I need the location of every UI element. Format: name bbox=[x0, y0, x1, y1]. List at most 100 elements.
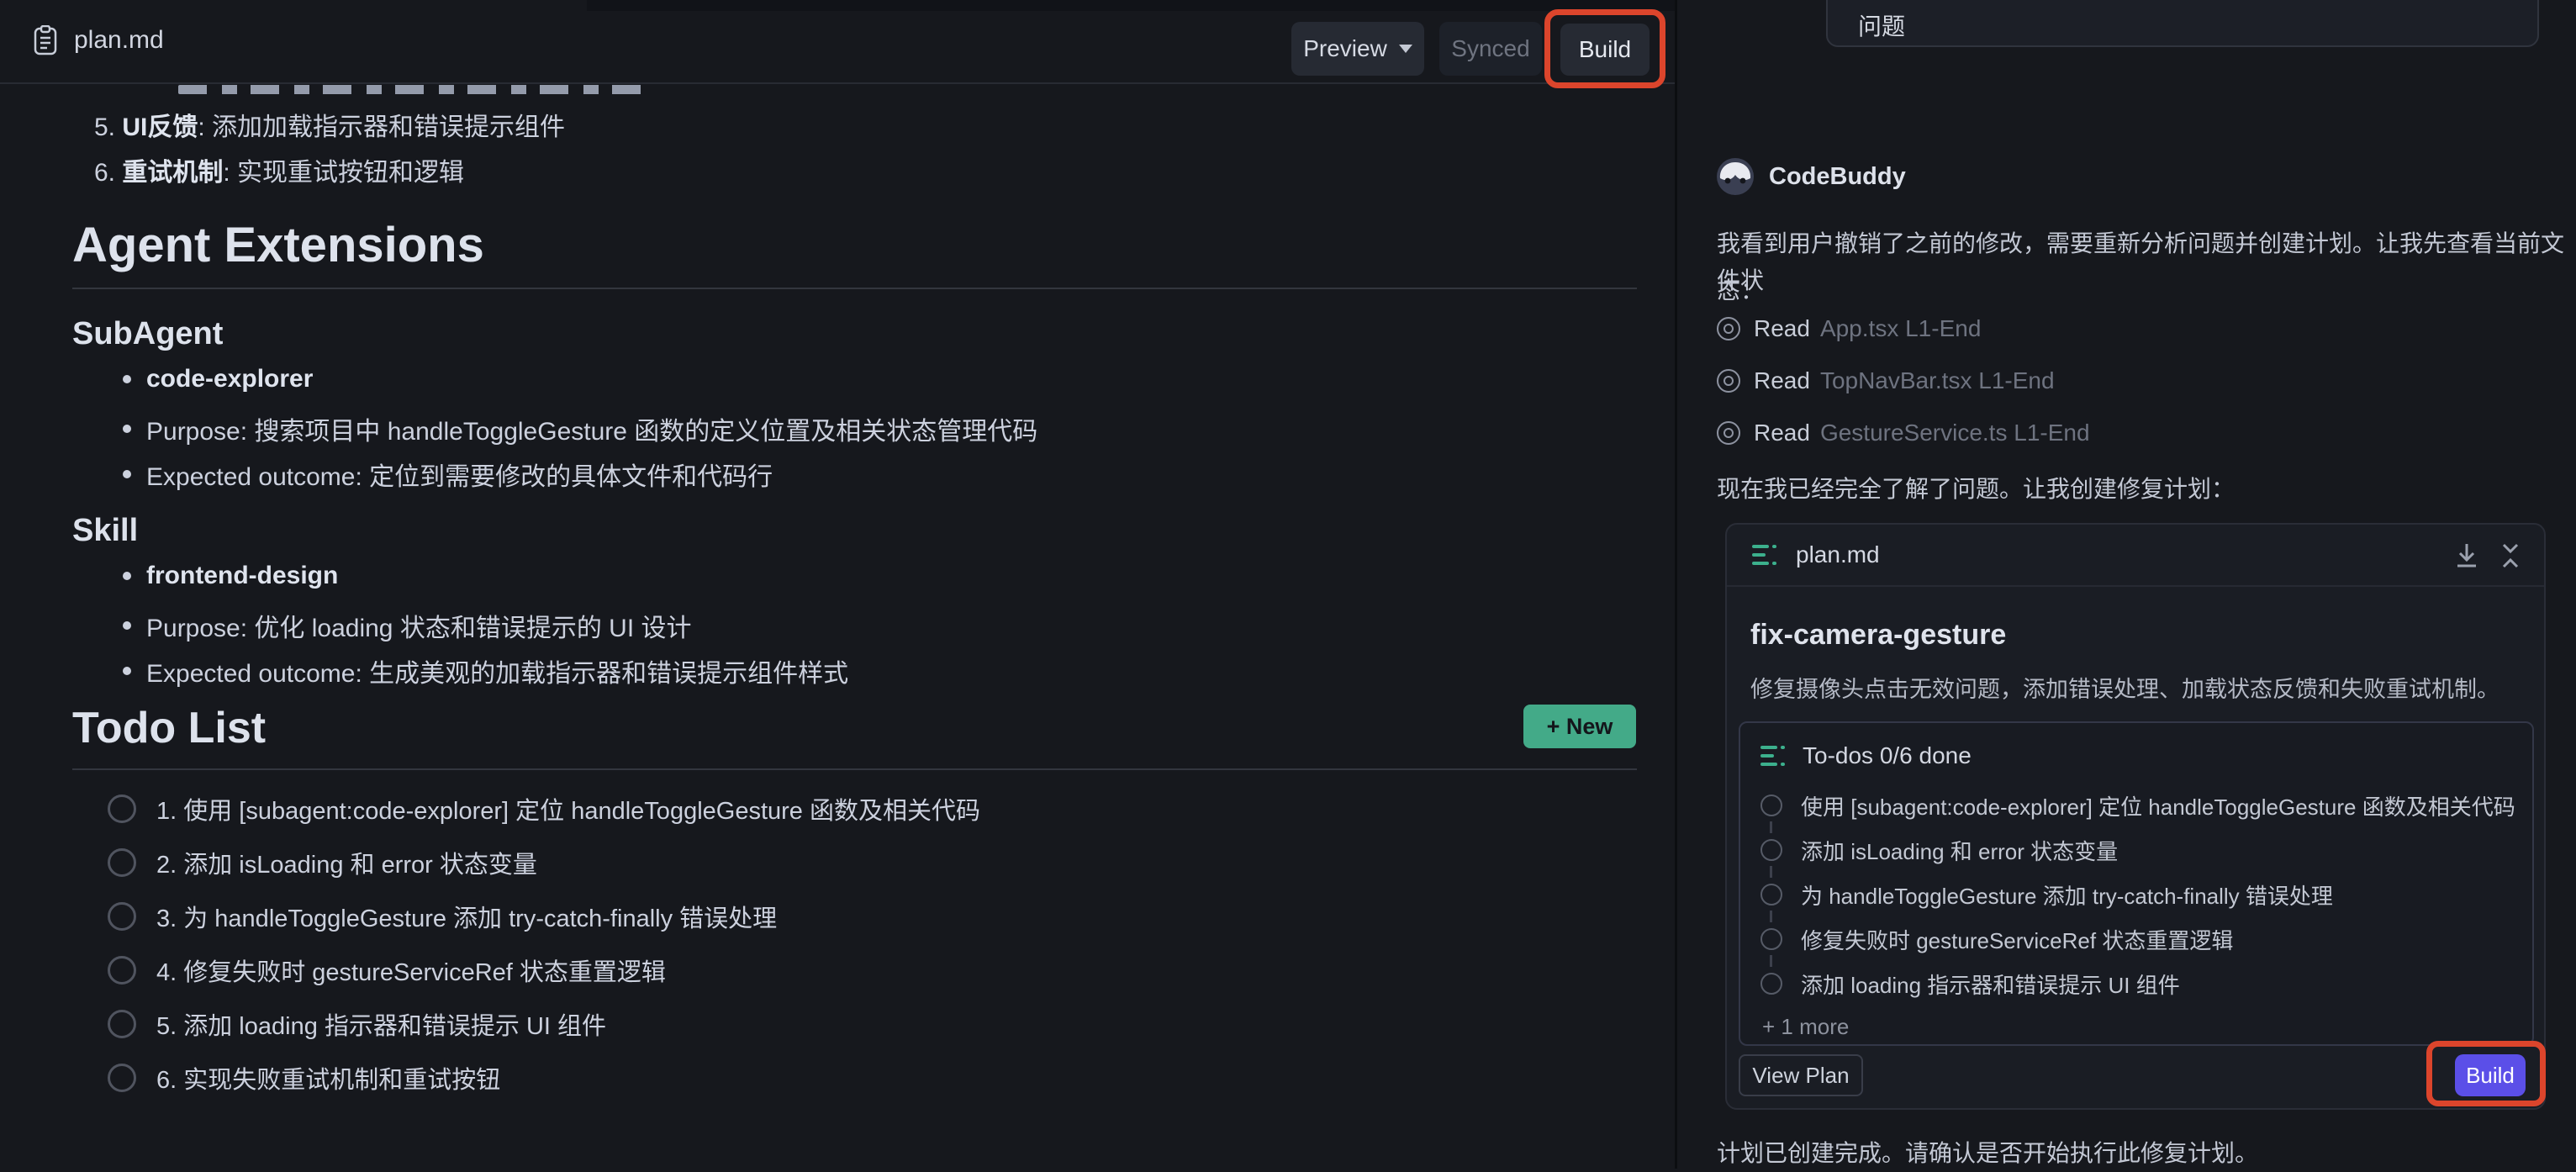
file-title: plan.md bbox=[74, 26, 164, 55]
view-plan-label: View Plan bbox=[1752, 1063, 1849, 1089]
todo-text: 6. 实现失败重试机制和重试按钮 bbox=[156, 1060, 500, 1095]
assistant-message3: 计划已创建完成。请确认是否开始执行此修复计划。 bbox=[1717, 1135, 2258, 1172]
view-plan-button[interactable]: View Plan bbox=[1739, 1054, 1863, 1096]
plan-todo-row: 添加 isLoading 和 error 状态变量 bbox=[1760, 839, 2118, 861]
plan-todo-text: 使用 [subagent:code-explorer] 定位 handleTog… bbox=[1801, 790, 2515, 821]
todo-checkbox[interactable] bbox=[108, 1064, 136, 1092]
todo-row: 2. 添加 isLoading 和 error 状态变量 bbox=[108, 848, 537, 877]
todo-connector bbox=[1770, 911, 1772, 922]
eye-icon bbox=[1717, 317, 1740, 341]
plan-todo-checkbox[interactable] bbox=[1760, 839, 1782, 861]
assistant-name: CodeBuddy bbox=[1769, 163, 1906, 191]
read-action: Read bbox=[1754, 367, 1810, 394]
bullet-dot bbox=[123, 621, 131, 630]
read-file-row[interactable]: Read TopNavBar.tsx L1-End bbox=[1717, 368, 2055, 393]
todo-row: 1. 使用 [subagent:code-explorer] 定位 handle… bbox=[108, 795, 980, 823]
item-strong: UI反馈 bbox=[122, 114, 198, 141]
user-message-text: 问题 bbox=[1858, 8, 1905, 42]
item-number: 5. bbox=[94, 114, 122, 141]
plan-todo-text: 修复失败时 gestureServiceRef 状态重置逻辑 bbox=[1801, 924, 2233, 955]
heading-subagent: SubAgent bbox=[72, 316, 223, 352]
file-title-group: plan.md bbox=[34, 0, 164, 81]
bullet-text: Purpose: 优化 loading 状态和错误提示的 UI 设计 bbox=[146, 607, 692, 644]
codebuddy-avatar bbox=[1717, 158, 1754, 195]
preview-label: Preview bbox=[1303, 35, 1387, 62]
bullet-item: Expected outcome: 定位到需要修改的具体文件和代码行 bbox=[123, 456, 773, 493]
new-todo-label: + New bbox=[1547, 714, 1613, 740]
eye-icon bbox=[1717, 369, 1740, 393]
heading-todo-list: Todo List bbox=[72, 703, 266, 753]
build-button-card[interactable]: Build bbox=[2455, 1054, 2526, 1096]
todo-connector bbox=[1770, 955, 1772, 967]
pane-divider bbox=[1675, 0, 1677, 1169]
todos-box: To-dos 0/6 done 使用 [subagent:code-explor… bbox=[1739, 721, 2534, 1046]
bullet-item: Purpose: 优化 loading 状态和错误提示的 UI 设计 bbox=[123, 607, 692, 644]
bullet-text: Expected outcome: 生成美观的加载指示器和错误提示组件样式 bbox=[146, 652, 848, 689]
checklist-icon bbox=[1752, 544, 1777, 566]
doc-numbered-item: 6. 重试机制: 实现重试按钮和逻辑 bbox=[94, 151, 464, 188]
todo-row: 3. 为 handleToggleGesture 添加 try-catch-fi… bbox=[108, 902, 777, 931]
checklist-icon bbox=[1760, 745, 1786, 767]
todo-checkbox[interactable] bbox=[108, 848, 136, 877]
clipped-text-line bbox=[178, 85, 649, 94]
collapse-icon[interactable] bbox=[2497, 541, 2524, 574]
bullet-text: frontend-design bbox=[146, 562, 338, 590]
plan-todo-text: 添加 loading 指示器和错误提示 UI 组件 bbox=[1801, 969, 2180, 1000]
window-top-strip bbox=[587, 0, 1675, 11]
chevron-down-icon bbox=[1399, 45, 1412, 53]
plan-todo-row: 使用 [subagent:code-explorer] 定位 handleTog… bbox=[1760, 795, 2515, 816]
download-icon[interactable] bbox=[2453, 541, 2480, 574]
todo-checkbox[interactable] bbox=[108, 902, 136, 931]
todo-text: 4. 修复失败时 gestureServiceRef 状态重置逻辑 bbox=[156, 953, 666, 988]
read-target: TopNavBar.tsx L1-End bbox=[1820, 367, 2055, 394]
read-target: App.tsx L1-End bbox=[1820, 315, 1981, 342]
todo-checkbox[interactable] bbox=[108, 795, 136, 823]
bullet-dot bbox=[123, 572, 131, 580]
plan-todo-checkbox[interactable] bbox=[1760, 973, 1782, 995]
todo-checkbox[interactable] bbox=[108, 956, 136, 985]
bullet-item: Purpose: 搜索项目中 handleToggleGesture 函数的定义… bbox=[123, 410, 1037, 447]
divider bbox=[72, 768, 1637, 770]
todos-header: To-dos 0/6 done bbox=[1760, 743, 1972, 768]
new-todo-button[interactable]: + New bbox=[1523, 705, 1636, 748]
bullet-item: code-explorer bbox=[123, 365, 313, 393]
plan-card-header: plan.md bbox=[1727, 525, 2544, 587]
assistant-message2: 现在我已经完全了解了问题。让我创建修复计划： bbox=[1717, 471, 2235, 508]
todo-connector bbox=[1770, 866, 1772, 878]
todos-header-label: To-dos 0/6 done bbox=[1803, 742, 1972, 769]
assistant-header: CodeBuddy bbox=[1717, 158, 1906, 195]
item-text: : 添加加载指示器和错误提示组件 bbox=[198, 114, 565, 141]
plan-todo-row: 为 handleToggleGesture 添加 try-catch-final… bbox=[1760, 884, 2333, 905]
synced-status: Synced bbox=[1439, 22, 1542, 76]
read-target: GestureService.ts L1-End bbox=[1820, 420, 2090, 446]
plan-heading: fix-camera-gesture bbox=[1750, 619, 2006, 652]
plan-todo-checkbox[interactable] bbox=[1760, 884, 1782, 905]
plan-todo-row: 修复失败时 gestureServiceRef 状态重置逻辑 bbox=[1760, 928, 2233, 950]
heading-agent-extensions: Agent Extensions bbox=[72, 217, 484, 273]
bullet-text: code-explorer bbox=[146, 365, 313, 393]
todo-text: 1. 使用 [subagent:code-explorer] 定位 handle… bbox=[156, 791, 980, 826]
todo-row: 5. 添加 loading 指示器和错误提示 UI 组件 bbox=[108, 1010, 606, 1038]
plan-todo-text: 为 handleToggleGesture 添加 try-catch-final… bbox=[1801, 879, 2333, 911]
read-action: Read bbox=[1754, 315, 1810, 342]
clipboard-icon bbox=[34, 25, 57, 55]
read-file-row[interactable]: Read GestureService.ts L1-End bbox=[1717, 420, 2090, 446]
eye-icon bbox=[1717, 421, 1740, 445]
build-card-label: Build bbox=[2466, 1063, 2515, 1089]
plan-todo-checkbox[interactable] bbox=[1760, 928, 1782, 950]
todo-row: 6. 实现失败重试机制和重试按钮 bbox=[108, 1064, 500, 1092]
read-file-row[interactable]: Read App.tsx L1-End bbox=[1717, 316, 1981, 341]
bullet-item: Expected outcome: 生成美观的加载指示器和错误提示组件样式 bbox=[123, 652, 848, 689]
bullet-item: frontend-design bbox=[123, 562, 338, 590]
heading-skill: Skill bbox=[72, 513, 138, 549]
todo-text: 5. 添加 loading 指示器和错误提示 UI 组件 bbox=[156, 1006, 606, 1042]
todo-checkbox[interactable] bbox=[108, 1010, 136, 1038]
more-todos-link[interactable]: + 1 more bbox=[1762, 1014, 1849, 1040]
user-message-bubble: 问题 bbox=[1826, 0, 2539, 47]
plan-card: plan.md fix-camera-gesture 修复摄像头点击无效问题，添… bbox=[1725, 523, 2546, 1110]
assistant-message-line1: 我看到用户撤销了之前的修改，需要重新分析问题并创建计划。让我先查看当前文件状 bbox=[1717, 225, 2576, 299]
preview-dropdown[interactable]: Preview bbox=[1291, 22, 1424, 76]
build-button-top[interactable]: Build bbox=[1560, 24, 1650, 76]
editor-toolbar: plan.md Preview Synced Build bbox=[0, 0, 1675, 84]
plan-todo-checkbox[interactable] bbox=[1760, 795, 1782, 816]
